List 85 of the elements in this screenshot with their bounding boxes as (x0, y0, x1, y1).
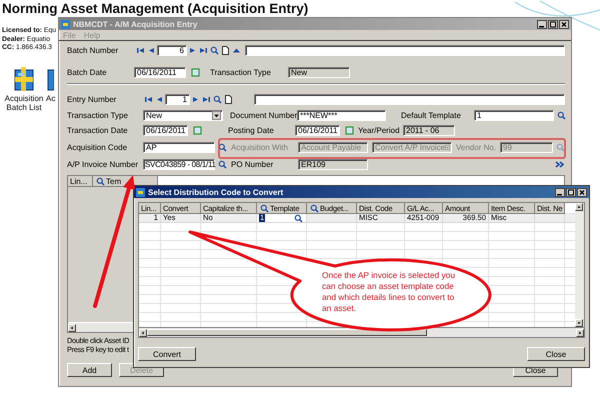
window-title: NBMCDT - A/M Acquisition Entry (73, 20, 198, 28)
batch-date-field[interactable]: 06/16/2011 (134, 67, 186, 78)
field-label: Document Number (230, 111, 297, 120)
column-header[interactable]: Lin... (68, 176, 93, 187)
search-icon[interactable] (218, 143, 227, 152)
field-label: PO Number (231, 160, 274, 169)
entry-description-field[interactable] (254, 94, 565, 105)
field-label: Batch Number (67, 46, 120, 55)
search-icon[interactable] (294, 214, 303, 222)
caret-icon (212, 111, 221, 120)
entry-number-field[interactable]: 1 (165, 94, 190, 105)
search-icon[interactable] (557, 111, 566, 120)
scroll-down-icon[interactable] (575, 319, 583, 327)
next-record-icon[interactable] (191, 95, 200, 104)
field-label: Default Template (401, 111, 462, 120)
field-label: Transaction Type (210, 68, 272, 77)
search-icon (310, 204, 319, 212)
po-number-field: ER109 (298, 159, 368, 170)
previous-record-icon[interactable] (155, 95, 164, 104)
calendar-icon[interactable] (191, 68, 200, 77)
field-label: Entry Number (67, 95, 118, 104)
first-record-icon[interactable] (136, 46, 145, 55)
icon-label: Ac (46, 94, 56, 103)
field-label: Transaction Type (67, 111, 129, 120)
ap-invoice-field[interactable]: SVC043859 - 08/1/11 (143, 159, 215, 170)
horizontal-scrollbar[interactable] (138, 328, 585, 338)
field-label: Vendor No. (456, 143, 498, 152)
field-label: Batch Date (67, 68, 108, 77)
close-button[interactable] (559, 20, 569, 28)
new-document-icon[interactable] (224, 95, 233, 104)
calendar-icon[interactable] (193, 126, 202, 135)
transaction-type-select[interactable]: New (143, 110, 223, 121)
icon-label: Acquisition Batch List (4, 94, 44, 112)
action-button[interactable]: Add (67, 363, 112, 377)
minimize-button[interactable] (537, 20, 547, 28)
previous-record-icon[interactable] (147, 46, 156, 55)
scroll-right-icon[interactable] (576, 328, 584, 336)
search-icon[interactable] (210, 46, 219, 55)
app-icon (136, 188, 145, 196)
transaction-date-field[interactable]: 06/16/2011 (143, 125, 188, 136)
convert-button[interactable]: Convert (138, 347, 196, 361)
default-template-field[interactable]: 1 (474, 110, 554, 121)
last-record-icon[interactable] (202, 95, 211, 104)
dialog-title: Select Distribution Code to Convert (148, 188, 284, 196)
last-record-icon[interactable] (199, 46, 208, 55)
vendor-number-field: 99 (500, 142, 553, 153)
field-label: Year/Period (358, 126, 401, 135)
minimize-button[interactable] (555, 188, 565, 196)
field-label: Acquisition Code (67, 143, 128, 152)
search-icon[interactable] (218, 160, 227, 169)
double-chevron-icon[interactable] (555, 160, 564, 169)
document-number-field[interactable]: ***NEW*** (297, 110, 386, 121)
scroll-left-icon[interactable] (68, 324, 76, 332)
calendar-icon[interactable] (345, 126, 354, 135)
search-icon (260, 204, 269, 212)
callout-text: Once the AP invoice is selected you can choose an asset template code and which details lines to convert to an asset. (322, 270, 456, 314)
next-record-icon[interactable] (188, 46, 197, 55)
app-icon (61, 20, 70, 28)
scrollbar-thumb[interactable] (147, 329, 427, 336)
field-label: Transaction Date (67, 126, 129, 135)
page-title: Norming Asset Management (Acquisition Entry) (2, 1, 308, 16)
acquisition-code-field[interactable]: AP (143, 142, 215, 153)
scroll-left-icon[interactable] (139, 328, 147, 336)
field-label: A/P Invoice Number (67, 160, 139, 169)
acquisition-with-field: Account Payable (298, 142, 368, 153)
field-label: Acquisition With (231, 143, 289, 152)
new-document-icon[interactable] (221, 46, 230, 55)
transaction-type-field: New (288, 67, 350, 78)
vertical-scrollbar[interactable] (575, 203, 584, 327)
close-button[interactable]: Close (527, 347, 585, 361)
year-period-field: 2011 - 06 (403, 125, 455, 136)
close-button[interactable] (577, 188, 587, 196)
first-record-icon[interactable] (144, 95, 153, 104)
scroll-up-icon[interactable] (575, 203, 583, 211)
batch-box-icon[interactable] (13, 66, 35, 92)
field-label: Posting Date (228, 126, 275, 135)
search-icon (96, 176, 105, 186)
up-arrow-icon[interactable] (232, 46, 241, 55)
batch-number-field[interactable]: 6 (157, 45, 187, 56)
maximize-button[interactable] (548, 20, 558, 28)
search-icon[interactable] (213, 95, 222, 104)
batch-description-field[interactable] (245, 45, 565, 56)
posting-date-field[interactable]: 06/16/2011 (295, 125, 340, 136)
maximize-button[interactable] (566, 188, 576, 196)
caret-icon (445, 143, 450, 152)
